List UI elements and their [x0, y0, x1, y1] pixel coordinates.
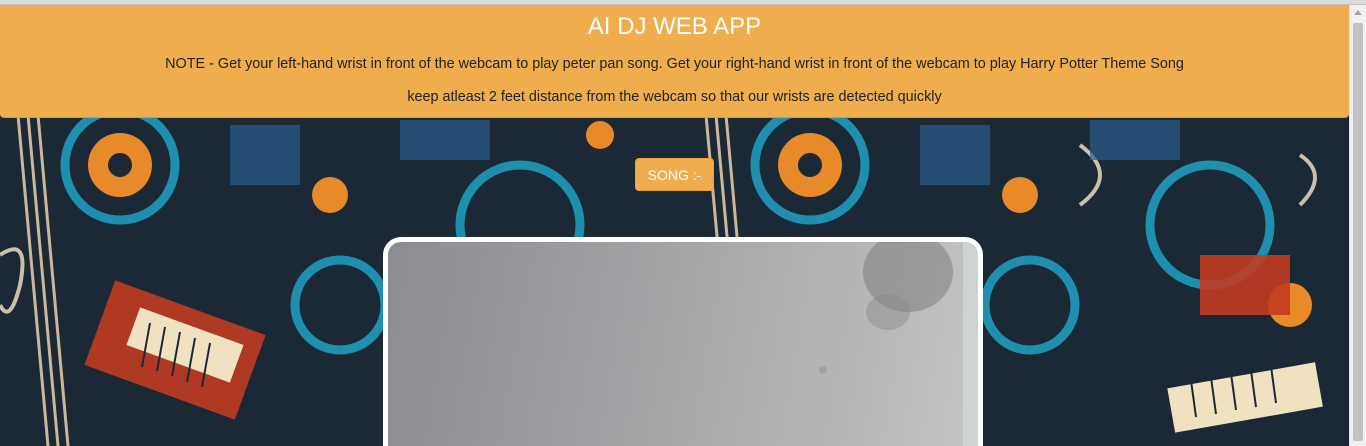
page-viewport: AI DJ WEB APP NOTE - Get your left-hand …	[0, 5, 1349, 446]
instruction-note: NOTE - Get your left-hand wrist in front…	[165, 56, 1184, 72]
webcam-image	[819, 242, 978, 446]
page-title: AI DJ WEB APP	[587, 13, 762, 40]
webcam-feed	[383, 237, 983, 446]
scroll-up-icon[interactable]	[1350, 5, 1366, 21]
song-button[interactable]: SONG :-	[635, 158, 714, 191]
vertical-scrollbar[interactable]	[1349, 5, 1366, 446]
distance-note: keep atleast 2 feet distance from the we…	[407, 89, 942, 105]
scroll-thumb[interactable]	[1353, 23, 1363, 441]
header-banner: AI DJ WEB APP NOTE - Get your left-hand …	[0, 5, 1349, 118]
